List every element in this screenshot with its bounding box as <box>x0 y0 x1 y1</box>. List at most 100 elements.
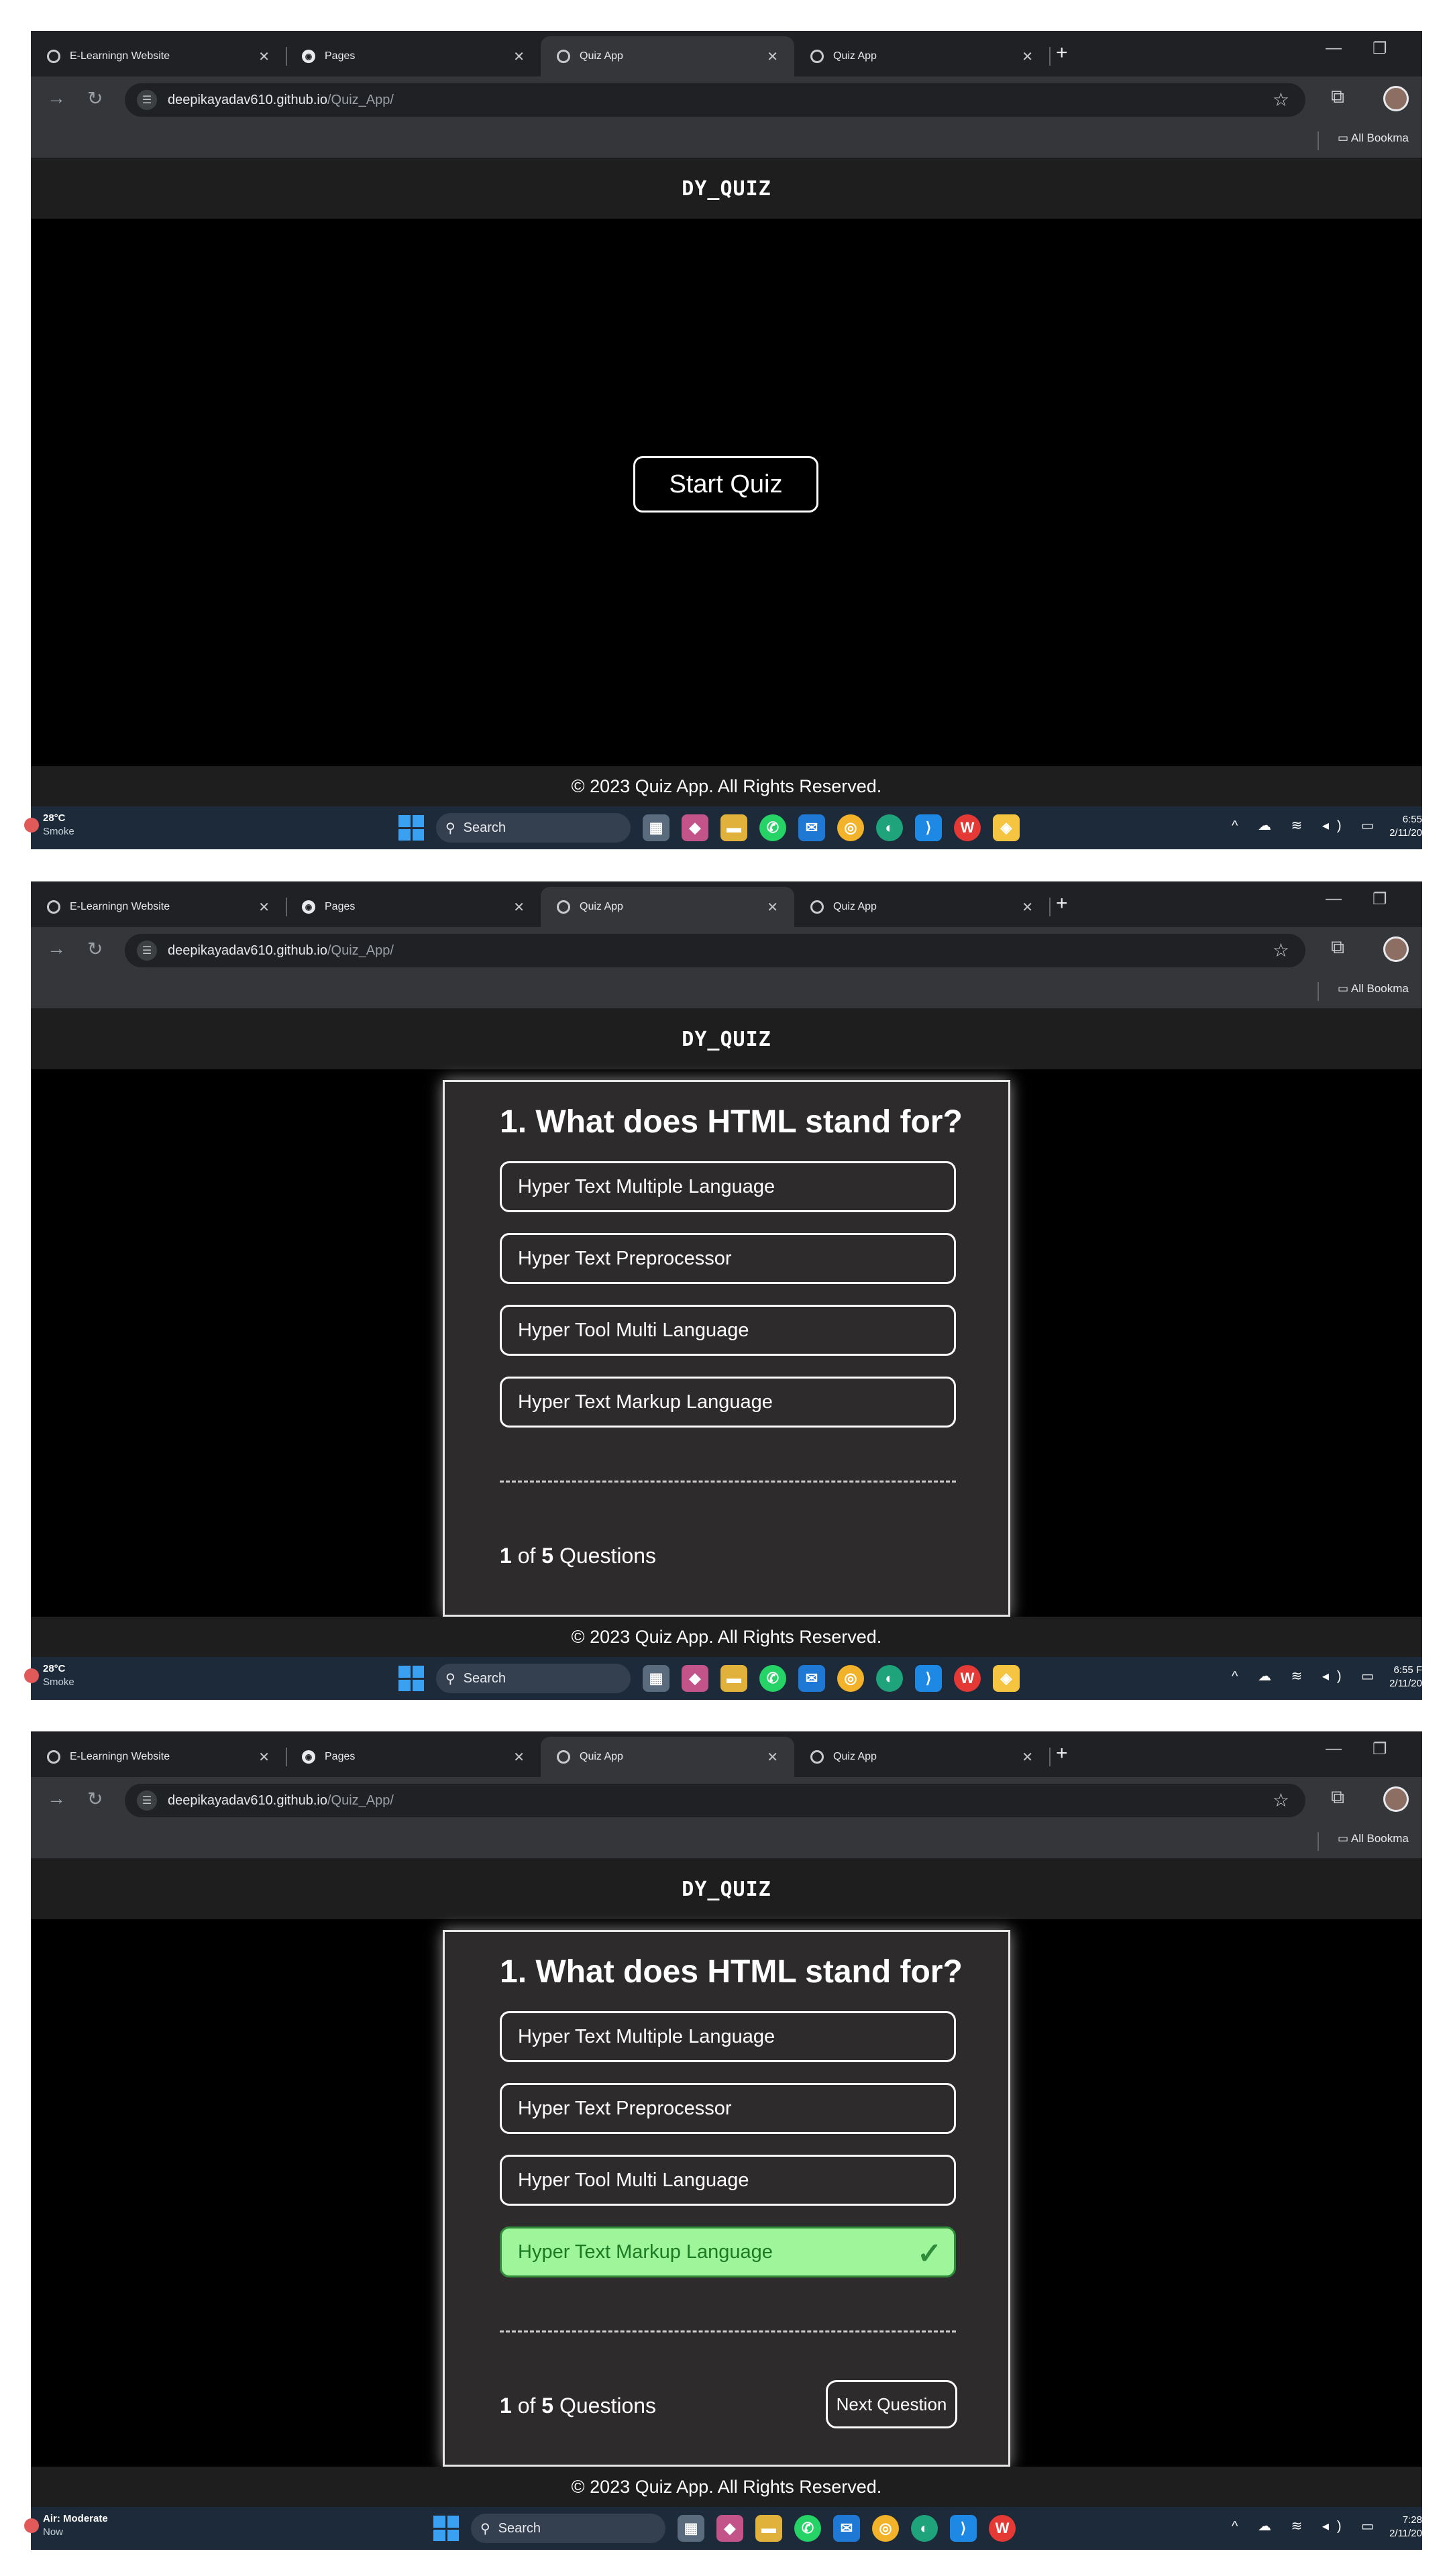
answer-option-2[interactable]: Hyper Text Preprocessor <box>500 1233 956 1284</box>
extensions-icon[interactable]: ⧉ <box>1331 936 1344 959</box>
all-bookmarks-button[interactable]: ▭ All Bookma <box>1338 982 1409 996</box>
all-bookmarks-button[interactable]: ▭ All Bookma <box>1338 131 1409 145</box>
taskbar-search[interactable]: ⚲ Search <box>436 1664 631 1693</box>
taskbar-clock[interactable]: 7:28 2/11/20 <box>1389 2514 1422 2540</box>
tab-quiz-app-active[interactable]: Quiz App ✕ <box>541 887 794 927</box>
git-icon[interactable]: ◈ <box>993 814 1020 841</box>
reload-icon[interactable]: ↻ <box>87 87 103 109</box>
whatsapp-icon[interactable]: ✆ <box>759 814 786 841</box>
tab-close-icon[interactable]: ✕ <box>258 899 270 916</box>
taskbar-clock[interactable]: 6:55 2/11/20 <box>1389 813 1422 840</box>
taskbar-search[interactable]: ⚲ Search <box>436 813 631 843</box>
taskbar-search[interactable]: ⚲ Search <box>471 2514 665 2543</box>
answer-option-2[interactable]: Hyper Text Preprocessor <box>500 2083 956 2134</box>
edge-icon[interactable]: ◐ <box>876 1665 903 1692</box>
answer-option-4[interactable]: Hyper Text Markup Language <box>500 1377 956 1428</box>
restore-icon[interactable]: ❐ <box>1373 1739 1387 1759</box>
windows-start-icon[interactable] <box>433 2516 459 2541</box>
copilot-icon[interactable]: ◆ <box>682 1665 708 1692</box>
reload-icon[interactable]: ↻ <box>87 938 103 960</box>
taskbar-clock[interactable]: 6:55 F 2/11/20 <box>1389 1664 1422 1690</box>
address-bar[interactable]: ☰ deepikayadav610.github.io/Quiz_App/ ☆ <box>125 1784 1305 1817</box>
task-view-icon[interactable]: ▦ <box>643 1665 669 1692</box>
tab-close-icon[interactable]: ✕ <box>1022 899 1033 916</box>
bookmark-star-icon[interactable]: ☆ <box>1273 939 1289 961</box>
tab-close-icon[interactable]: ✕ <box>767 1749 778 1766</box>
tab-close-icon[interactable]: ✕ <box>1022 48 1033 65</box>
extensions-icon[interactable]: ⧉ <box>1331 1786 1344 1809</box>
whatsapp-icon[interactable]: ✆ <box>759 1665 786 1692</box>
tab-close-icon[interactable]: ✕ <box>258 1749 270 1766</box>
weather-widget[interactable]: 28°C Smoke <box>24 812 74 839</box>
forward-icon[interactable]: → <box>47 87 66 109</box>
minimize-icon[interactable]: — <box>1326 890 1342 908</box>
whatsapp-icon[interactable]: ✆ <box>794 2515 821 2542</box>
copilot-icon[interactable]: ◆ <box>716 2515 743 2542</box>
tab-pages[interactable]: ◉ Pages ✕ <box>286 36 541 76</box>
task-view-icon[interactable]: ▦ <box>643 814 669 841</box>
git-icon[interactable]: ◈ <box>993 1665 1020 1692</box>
tab-quiz-app[interactable]: Quiz App ✕ <box>794 887 1049 927</box>
system-tray[interactable]: ^ ☁ ≋ ◂) ▭ <box>1232 817 1382 834</box>
profile-avatar[interactable] <box>1383 86 1409 111</box>
tab-e-learning[interactable]: E-Learningn Website ✕ <box>31 1737 286 1777</box>
tab-quiz-app[interactable]: Quiz App ✕ <box>794 1737 1049 1777</box>
tab-quiz-app-active[interactable]: Quiz App ✕ <box>541 36 794 76</box>
forward-icon[interactable]: → <box>47 1788 66 1809</box>
tab-close-icon[interactable]: ✕ <box>513 1749 525 1766</box>
outlook-icon[interactable]: ✉ <box>833 2515 860 2542</box>
vscode-icon[interactable]: ⟩ <box>915 814 942 841</box>
task-view-icon[interactable]: ▦ <box>678 2515 704 2542</box>
restore-icon[interactable]: ❐ <box>1373 890 1387 909</box>
minimize-icon[interactable]: — <box>1326 1739 1342 1758</box>
copilot-icon[interactable]: ◆ <box>682 814 708 841</box>
windows-start-icon[interactable] <box>398 815 424 841</box>
start-quiz-button[interactable]: Start Quiz <box>633 456 818 513</box>
edge-icon[interactable]: ◐ <box>876 814 903 841</box>
edge-icon[interactable]: ◐ <box>911 2515 938 2542</box>
profile-avatar[interactable] <box>1383 1786 1409 1812</box>
tab-e-learning[interactable]: E-Learningn Website ✕ <box>31 887 286 927</box>
tab-quiz-app-active[interactable]: Quiz App ✕ <box>541 1737 794 1777</box>
tab-close-icon[interactable]: ✕ <box>767 899 778 916</box>
file-explorer-icon[interactable]: ▬ <box>720 1665 747 1692</box>
tab-close-icon[interactable]: ✕ <box>258 48 270 65</box>
file-explorer-icon[interactable]: ▬ <box>720 814 747 841</box>
new-tab-button[interactable]: + <box>1056 892 1068 915</box>
profile-avatar[interactable] <box>1383 936 1409 962</box>
address-bar[interactable]: ☰ deepikayadav610.github.io/Quiz_App/ ☆ <box>125 83 1305 117</box>
address-bar[interactable]: ☰ deepikayadav610.github.io/Quiz_App/ ☆ <box>125 934 1305 967</box>
tab-pages[interactable]: ◉ Pages ✕ <box>286 887 541 927</box>
chrome-icon[interactable]: ◎ <box>837 1665 864 1692</box>
answer-option-1[interactable]: Hyper Text Multiple Language <box>500 2011 956 2062</box>
site-settings-icon[interactable]: ☰ <box>137 1790 157 1811</box>
restore-icon[interactable]: ❐ <box>1373 39 1387 58</box>
tab-close-icon[interactable]: ✕ <box>1022 1749 1033 1766</box>
all-bookmarks-button[interactable]: ▭ All Bookma <box>1338 1832 1409 1845</box>
tab-pages[interactable]: ◉ Pages ✕ <box>286 1737 541 1777</box>
file-explorer-icon[interactable]: ▬ <box>755 2515 782 2542</box>
chrome-icon[interactable]: ◎ <box>837 814 864 841</box>
answer-option-4-correct[interactable]: Hyper Text Markup Language ✓ <box>500 2226 956 2277</box>
new-tab-button[interactable]: + <box>1056 42 1068 64</box>
minimize-icon[interactable]: — <box>1326 39 1342 58</box>
office-icon[interactable]: W <box>989 2515 1016 2542</box>
system-tray[interactable]: ^ ☁ ≋ ◂) ▭ <box>1232 1668 1382 1684</box>
windows-start-icon[interactable] <box>398 1666 424 1691</box>
tab-close-icon[interactable]: ✕ <box>513 48 525 65</box>
bookmark-star-icon[interactable]: ☆ <box>1273 89 1289 111</box>
tab-quiz-app[interactable]: Quiz App ✕ <box>794 36 1049 76</box>
forward-icon[interactable]: → <box>47 938 66 959</box>
reload-icon[interactable]: ↻ <box>87 1788 103 1810</box>
office-icon[interactable]: W <box>954 1665 981 1692</box>
tab-close-icon[interactable]: ✕ <box>513 899 525 916</box>
outlook-icon[interactable]: ✉ <box>798 1665 825 1692</box>
vscode-icon[interactable]: ⟩ <box>950 2515 977 2542</box>
bookmark-star-icon[interactable]: ☆ <box>1273 1789 1289 1811</box>
vscode-icon[interactable]: ⟩ <box>915 1665 942 1692</box>
weather-widget[interactable]: Air: Moderate Now <box>24 2512 108 2539</box>
site-settings-icon[interactable]: ☰ <box>137 941 157 961</box>
chrome-icon[interactable]: ◎ <box>872 2515 899 2542</box>
tab-close-icon[interactable]: ✕ <box>767 48 778 65</box>
new-tab-button[interactable]: + <box>1056 1742 1068 1765</box>
